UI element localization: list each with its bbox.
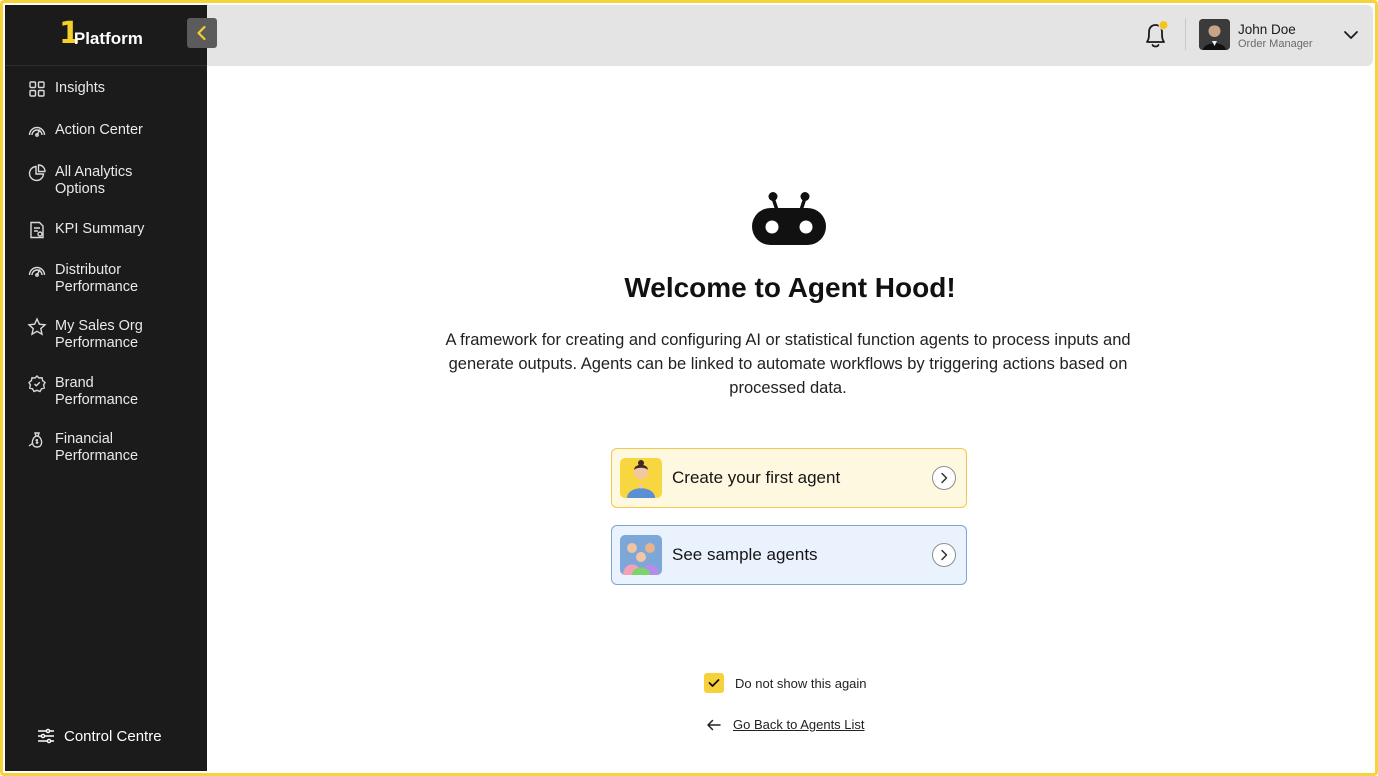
arrow-left-icon (707, 719, 721, 730)
avatar[interactable] (1199, 19, 1230, 50)
sidebar-item-brand-performance[interactable]: Brand Performance (5, 375, 207, 431)
robot-icon (752, 192, 826, 245)
control-centre-button[interactable]: Control Centre (37, 727, 162, 745)
dont-show-again-label: Do not show this again (735, 675, 867, 691)
pie-chart-icon (28, 164, 46, 182)
page-description: A framework for creating and configuring… (445, 331, 1131, 397)
sidebar-collapse-button[interactable] (187, 18, 217, 48)
sidebar: 1 Platform Insights Action Center All An… (5, 5, 207, 771)
dont-show-again-option[interactable]: Do not show this again (704, 673, 867, 693)
chevron-left-icon (197, 25, 206, 41)
chevron-down-icon[interactable] (1343, 27, 1359, 43)
sidebar-item-label: Insights (55, 80, 105, 96)
user-role: Order Manager (1238, 38, 1313, 50)
dont-show-again-checkbox[interactable] (704, 673, 724, 693)
sidebar-item-financial-performance[interactable]: Financial Performance (5, 431, 207, 487)
gauge-icon (28, 126, 46, 137)
sidebar-item-sales-org-performance[interactable]: My Sales Org Performance (5, 317, 207, 375)
create-first-agent-label: Create your first agent (672, 468, 841, 487)
sidebar-item-label: Financial Performance (55, 431, 139, 464)
page-title: Welcome to Agent Hood! (624, 272, 956, 303)
control-centre-label: Control Centre (64, 727, 162, 745)
top-header: John Doe Order Manager (207, 5, 1373, 66)
agents-group-illustration (620, 535, 662, 575)
sidebar-item-action-center[interactable]: Action Center (5, 122, 207, 164)
sidebar-item-label: Brand Performance (55, 375, 139, 408)
brand-badge-icon (28, 375, 46, 393)
see-sample-agents-card[interactable]: See sample agents (611, 525, 967, 585)
sidebar-item-all-analytics[interactable]: All Analytics Options (5, 164, 207, 221)
chevron-right-icon[interactable] (932, 543, 956, 567)
report-icon (30, 221, 44, 239)
create-first-agent-card[interactable]: Create your first agent (611, 448, 967, 508)
sidebar-item-insights[interactable]: Insights (5, 80, 207, 122)
checkmark-icon (708, 679, 720, 687)
star-icon (27, 317, 47, 336)
logo-area: 1 Platform (5, 5, 207, 66)
grid-icon (29, 81, 45, 97)
user-name: John Doe (1238, 22, 1296, 37)
sidebar-nav: Insights Action Center All Analytics Opt… (5, 80, 207, 487)
gauge-icon (28, 266, 46, 277)
money-bag-icon (28, 432, 43, 448)
sidebar-item-label: My Sales Org Performance (55, 318, 143, 351)
sidebar-item-label: KPI Summary (55, 221, 145, 237)
logo[interactable]: 1 Platform (59, 19, 143, 49)
sidebar-item-label: Distributor Performance (55, 262, 139, 295)
sliders-icon (38, 728, 54, 744)
chevron-right-icon[interactable] (932, 466, 956, 490)
sidebar-item-distributor-performance[interactable]: Distributor Performance (5, 262, 207, 318)
back-to-agents-link[interactable]: Go Back to Agents List (706, 717, 865, 732)
header-divider (1185, 18, 1186, 50)
sidebar-item-label: All Analytics Options (55, 164, 133, 197)
back-to-agents-label: Go Back to Agents List (733, 717, 865, 732)
agent-avatar-illustration (620, 458, 662, 498)
see-sample-agents-label: See sample agents (672, 545, 818, 564)
sidebar-item-kpi-summary[interactable]: KPI Summary (5, 221, 207, 262)
logo-text: Platform (73, 29, 143, 48)
sidebar-item-label: Action Center (55, 122, 143, 138)
user-avatar-icon (1199, 19, 1230, 50)
notification-bell-icon[interactable] (1141, 19, 1171, 51)
